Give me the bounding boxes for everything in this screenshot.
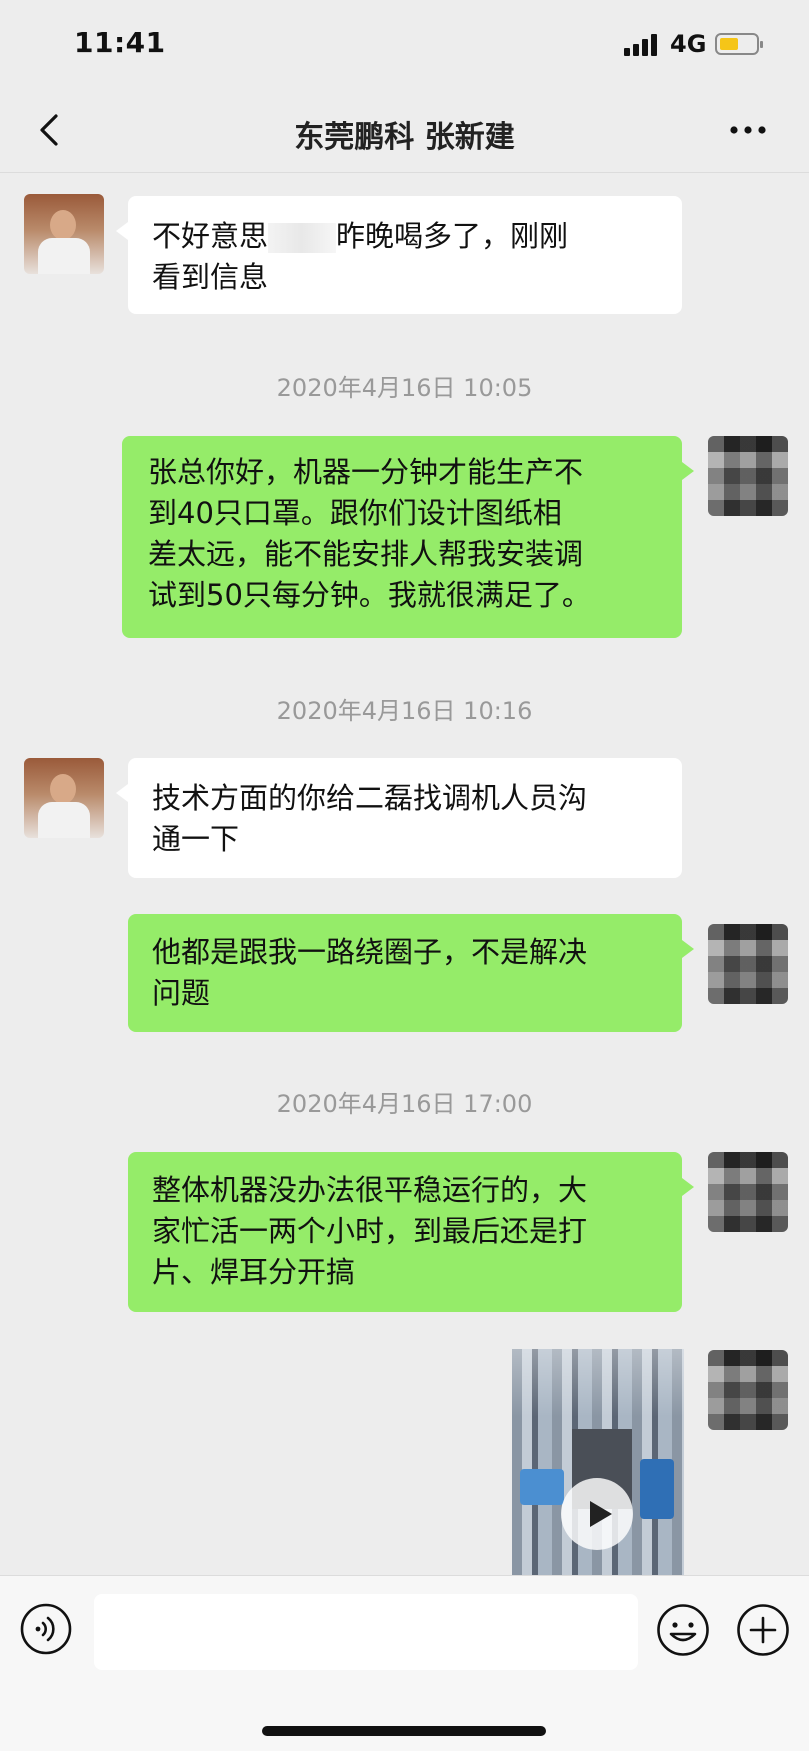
message-line: 片、焊耳分开搞: [152, 1255, 356, 1289]
message-line: 家忙活一两个小时，到最后还是打: [152, 1214, 588, 1248]
message-bubble[interactable]: 不好意思 昨晚喝多了，刚刚 看到信息: [116, 196, 682, 314]
message-line: 通一下: [152, 822, 240, 856]
message-bubble[interactable]: 技术方面的你给二磊找调机人员沟 通一下: [116, 758, 682, 878]
status-bar: 11:41 4G: [0, 0, 809, 90]
self-avatar[interactable]: [708, 436, 788, 516]
contact-avatar[interactable]: [24, 758, 104, 838]
redacted-text: [268, 223, 337, 253]
home-indicator: [262, 1726, 546, 1736]
message-timestamp: 2020年4月16日 17:00: [276, 1090, 533, 1118]
input-bar: [0, 1575, 809, 1751]
message-timestamp: 2020年4月16日 10:16: [276, 697, 533, 725]
status-time: 11:41: [74, 26, 166, 59]
signal-icon: [624, 34, 660, 56]
message-bubble[interactable]: 张总你好，机器一分钟才能生产不 到40只口罩。跟你们设计图纸相 差太远，能不能安…: [122, 436, 694, 638]
message-input[interactable]: [94, 1594, 638, 1670]
self-avatar[interactable]: [708, 1350, 788, 1430]
emoji-icon[interactable]: [656, 1603, 710, 1657]
message-line: 到40只口罩。跟你们设计图纸相: [148, 496, 562, 530]
message-line: 技术方面的你给二磊找调机人员沟: [152, 781, 588, 815]
chat-header: 东莞鹏科 张新建: [0, 90, 809, 173]
voice-icon[interactable]: [20, 1603, 72, 1655]
plus-icon[interactable]: [736, 1603, 790, 1657]
self-avatar[interactable]: [708, 924, 788, 1004]
play-icon[interactable]: [560, 1477, 634, 1551]
message-bubble[interactable]: 他都是跟我一路绕圈子，不是解决 问题: [128, 914, 694, 1032]
message-line: 差太远，能不能安排人帮我安装调: [148, 537, 584, 571]
ellipsis-icon[interactable]: [728, 120, 768, 140]
message-timestamp: 2020年4月16日 10:05: [276, 374, 533, 402]
message-line: 不好意思 昨晚喝多了，刚刚: [152, 219, 569, 253]
message-line: 整体机器没办法很平稳运行的，大: [152, 1173, 588, 1207]
contact-avatar[interactable]: [24, 194, 104, 274]
video-message[interactable]: [512, 1349, 684, 1575]
network-type: 4G: [670, 30, 707, 58]
message-line: 试到50只每分钟。我就很满足了。: [148, 578, 591, 612]
message-bubble[interactable]: 整体机器没办法很平稳运行的，大 家忙活一两个小时，到最后还是打 片、焊耳分开搞: [128, 1152, 694, 1312]
message-line: 张总你好，机器一分钟才能生产不: [148, 455, 584, 489]
message-line: 看到信息: [152, 260, 269, 294]
message-line: 问题: [152, 976, 211, 1010]
battery-icon: [715, 33, 763, 55]
message-line: 他都是跟我一路绕圈子，不是解决: [152, 935, 588, 969]
chat-title[interactable]: 东莞鹏科 张新建: [0, 112, 809, 156]
self-avatar[interactable]: [708, 1152, 788, 1232]
